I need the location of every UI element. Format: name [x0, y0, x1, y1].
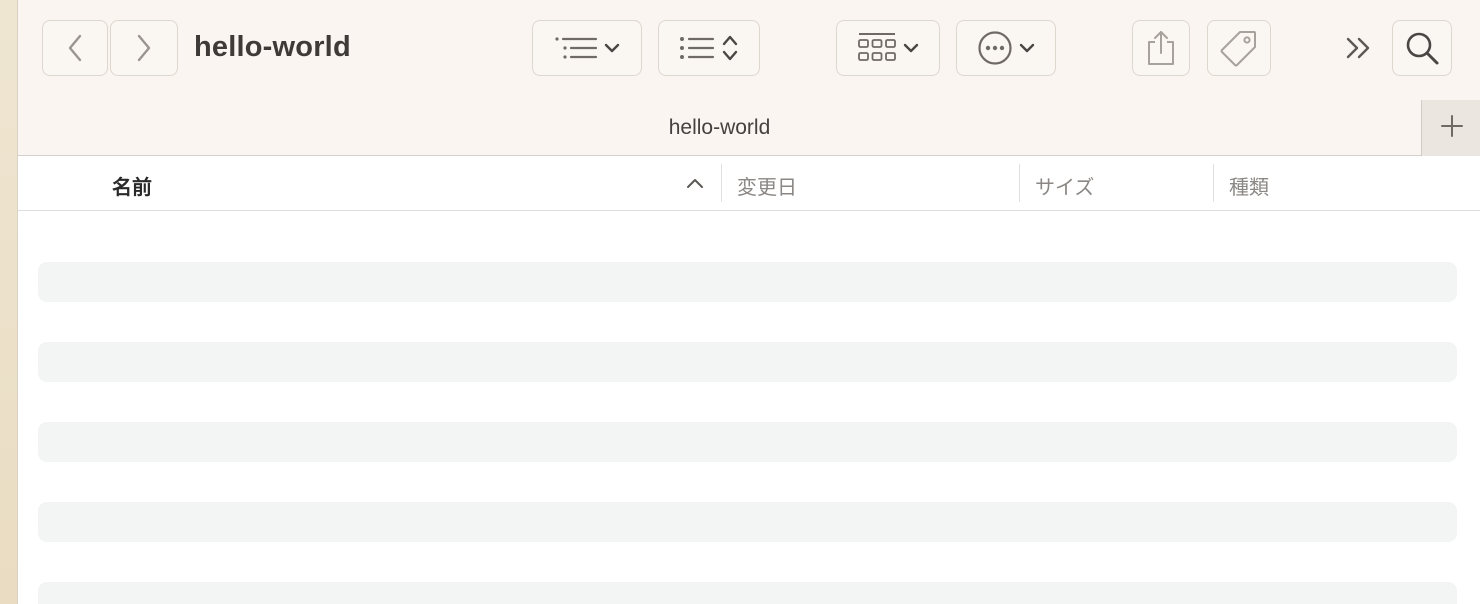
list-row-stripe [38, 422, 1457, 462]
column-header-date-modified[interactable]: 変更日 [737, 171, 797, 200]
list-row-stripe [38, 502, 1457, 542]
grid-view-icon [857, 32, 897, 64]
search-button[interactable] [1392, 20, 1452, 76]
chevron-right-icon [136, 34, 152, 62]
view-button[interactable] [836, 20, 940, 76]
more-toolbar-button[interactable] [1336, 20, 1382, 76]
chevron-down-icon [903, 42, 919, 54]
list-row-stripe [38, 582, 1457, 604]
column-divider[interactable] [1213, 164, 1214, 202]
window-title: hello-world [194, 31, 351, 63]
column-header-name[interactable]: 名前 [112, 171, 152, 200]
column-divider[interactable] [1019, 164, 1020, 202]
action-button[interactable] [956, 20, 1056, 76]
forward-button[interactable] [110, 20, 178, 76]
finder-window: hello-world hello-world 名前 変更日 サイズ 種類 [17, 0, 1480, 604]
tab-bar: hello-world [18, 100, 1480, 156]
column-header-kind[interactable]: 種類 [1229, 171, 1269, 200]
back-button[interactable] [42, 20, 108, 76]
tag-icon [1219, 28, 1259, 68]
list-row-stripe [38, 342, 1457, 382]
chevron-down-icon [1019, 42, 1035, 54]
plus-icon [1440, 114, 1464, 143]
column-divider[interactable] [721, 164, 722, 202]
sort-ascending-icon [686, 176, 704, 194]
list-row-stripe [38, 262, 1457, 302]
chevron-left-icon [67, 34, 83, 62]
share-icon [1145, 29, 1177, 67]
group-button[interactable] [532, 20, 642, 76]
new-tab-button[interactable] [1421, 100, 1480, 156]
column-header-bar: 名前 変更日 サイズ 種類 [18, 156, 1480, 211]
up-down-chevron-icon [721, 33, 739, 63]
column-header-size[interactable]: サイズ [1035, 171, 1094, 200]
sort-button[interactable] [658, 20, 760, 76]
double-chevron-right-icon [1345, 36, 1373, 60]
ellipsis-circle-icon [977, 30, 1013, 66]
tag-button[interactable] [1207, 20, 1271, 76]
list-indent-icon [554, 34, 598, 62]
share-button[interactable] [1132, 20, 1190, 76]
magnifier-icon [1404, 30, 1440, 66]
list-bullets-icon [679, 34, 715, 62]
tab-hello-world[interactable]: hello-world [18, 116, 1421, 140]
file-list[interactable] [18, 211, 1480, 604]
toolbar: hello-world [18, 0, 1480, 100]
desktop-background [0, 0, 17, 604]
chevron-down-icon [604, 42, 620, 54]
